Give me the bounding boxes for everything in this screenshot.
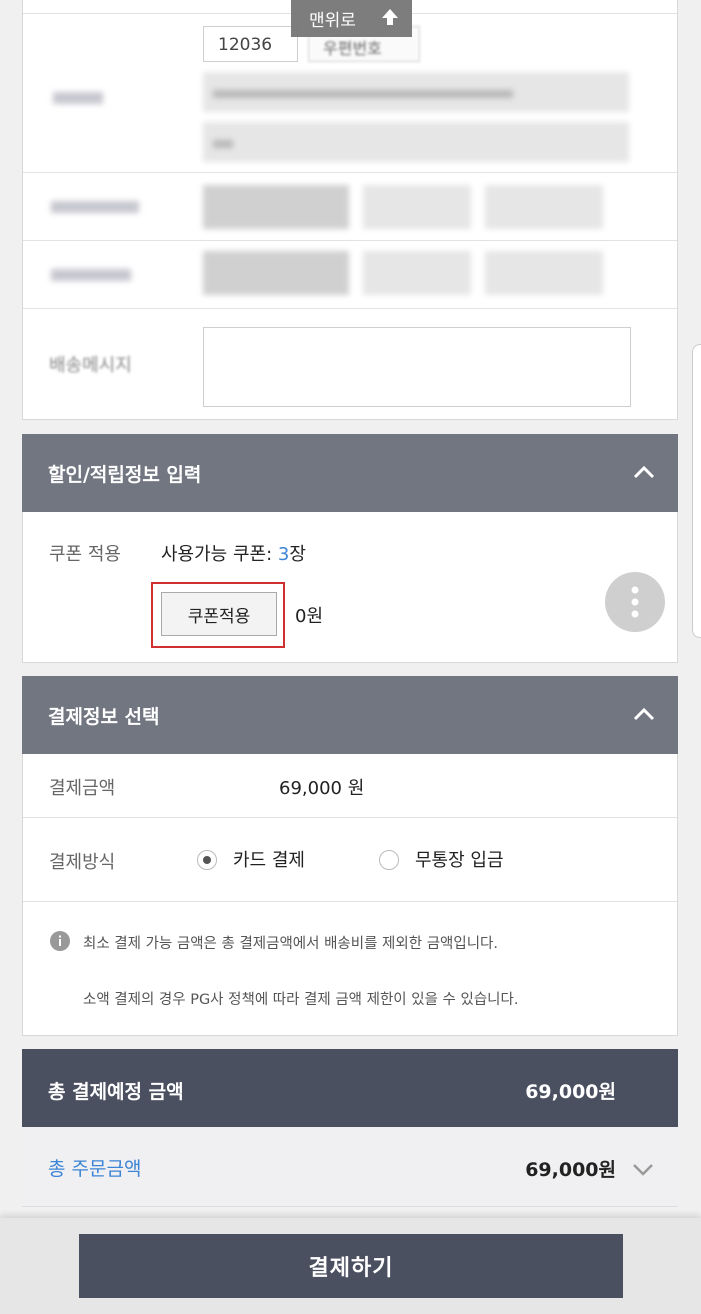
phone-row-2 bbox=[23, 241, 677, 309]
chevron-up-icon[interactable] bbox=[632, 460, 656, 484]
scroll-to-top-label: 맨위로 bbox=[309, 11, 356, 31]
delivery-message-label: 배송메시지 bbox=[49, 355, 132, 376]
phone-mid-2[interactable] bbox=[363, 251, 471, 295]
payment-method-row: 결제방식 카드 결제 무통장 입금 bbox=[23, 818, 677, 902]
payment-notice-line-2: 소액 결제의 경우 PG사 정책에 따라 결제 금액 제한이 있을 수 있습니다… bbox=[83, 992, 519, 1008]
more-options-button[interactable] bbox=[605, 572, 665, 632]
zipcode-search-label: 우편번호 bbox=[323, 39, 382, 58]
phone-select-1[interactable] bbox=[203, 185, 349, 229]
total-amount-bar: 총 결제예정 금액 69,000원 bbox=[22, 1049, 678, 1127]
order-total-row[interactable]: 총 주문금액 69,000원 bbox=[22, 1127, 678, 1207]
coupon-discount-amount: 0원 bbox=[295, 606, 324, 627]
discount-section-title: 할인/적립정보 입력 bbox=[48, 464, 202, 486]
discount-panel: 쿠폰 적용 사용가능 쿠폰: 3장 쿠폰적용 0원 bbox=[22, 512, 678, 663]
phone-mid-1[interactable] bbox=[363, 185, 471, 229]
available-coupon-count: 3 bbox=[277, 544, 290, 565]
card-payment-label: 카드 결제 bbox=[233, 850, 305, 871]
card-payment-option[interactable]: 카드 결제 bbox=[197, 844, 347, 874]
payment-panel: 결제금액 69,000 원 결제방식 카드 결제 무통장 입금 최소 결제 가능… bbox=[22, 754, 678, 1036]
bottom-action-bar: 결제하기 bbox=[0, 1218, 701, 1314]
payment-notice-line-1: 최소 결제 가능 금액은 총 결제금액에서 배송비를 제외한 금액입니다. bbox=[83, 936, 498, 952]
payment-section-header[interactable]: 결제정보 선택 bbox=[22, 676, 678, 754]
delivery-message-row: 배송메시지 bbox=[23, 309, 677, 419]
chevron-down-icon[interactable] bbox=[632, 1158, 654, 1180]
more-vertical-icon bbox=[631, 586, 639, 618]
bank-transfer-option[interactable]: 무통장 입금 bbox=[379, 844, 549, 874]
bank-transfer-label: 무통장 입금 bbox=[415, 850, 504, 871]
delivery-message-input[interactable] bbox=[203, 327, 631, 407]
available-coupon-unit: 장 bbox=[289, 544, 306, 565]
available-coupon-text: 사용가능 쿠폰: 3장 bbox=[161, 540, 306, 566]
address-line2-text bbox=[213, 140, 233, 148]
phone-last-1[interactable] bbox=[485, 185, 603, 229]
payment-amount-row: 결제금액 69,000 원 bbox=[23, 754, 677, 818]
chevron-up-icon[interactable] bbox=[632, 702, 656, 726]
total-amount-label: 총 결제예정 금액 bbox=[48, 1081, 184, 1103]
phone-last-2[interactable] bbox=[485, 251, 603, 295]
payment-amount-label: 결제금액 bbox=[49, 778, 116, 799]
info-icon bbox=[50, 931, 70, 951]
address-label bbox=[53, 92, 103, 104]
arrow-up-icon bbox=[382, 9, 398, 25]
total-amount-value: 69,000원 bbox=[525, 1081, 616, 1103]
scroll-to-top-button[interactable]: 맨위로 bbox=[291, 0, 412, 37]
order-total-value: 69,000원 bbox=[525, 1159, 616, 1181]
address-line2-field[interactable] bbox=[203, 122, 629, 162]
payment-method-label: 결제방식 bbox=[49, 852, 116, 873]
bank-transfer-radio[interactable] bbox=[379, 850, 399, 870]
zipcode-value: 12036 bbox=[218, 35, 273, 55]
edge-scroll-handle[interactable] bbox=[692, 344, 701, 638]
order-total-label: 총 주문금액 bbox=[48, 1158, 142, 1180]
shipping-info-panel: 12036 우편번호 배송메시지 bbox=[22, 0, 678, 420]
phone-row-1 bbox=[23, 173, 677, 241]
discount-section-header[interactable]: 할인/적립정보 입력 bbox=[22, 434, 678, 512]
payment-notice: 최소 결제 가능 금액은 총 결제금액에서 배송비를 제외한 금액입니다. 소액… bbox=[23, 902, 677, 1034]
phone-select-2[interactable] bbox=[203, 251, 349, 295]
address-row: 12036 우편번호 bbox=[23, 13, 677, 173]
address-line1-text bbox=[213, 90, 513, 98]
coupon-apply-button[interactable]: 쿠폰적용 bbox=[161, 592, 277, 636]
payment-amount-value: 69,000 원 bbox=[279, 778, 365, 799]
card-payment-radio[interactable] bbox=[197, 850, 217, 870]
available-coupon-label: 사용가능 쿠폰: bbox=[161, 544, 273, 565]
phone-label-1 bbox=[51, 201, 139, 213]
pay-button[interactable]: 결제하기 bbox=[79, 1234, 623, 1298]
payment-section-title: 결제정보 선택 bbox=[48, 706, 160, 728]
phone-label-2 bbox=[51, 269, 131, 281]
coupon-label: 쿠폰 적용 bbox=[49, 544, 121, 565]
zipcode-field[interactable]: 12036 bbox=[203, 26, 298, 62]
